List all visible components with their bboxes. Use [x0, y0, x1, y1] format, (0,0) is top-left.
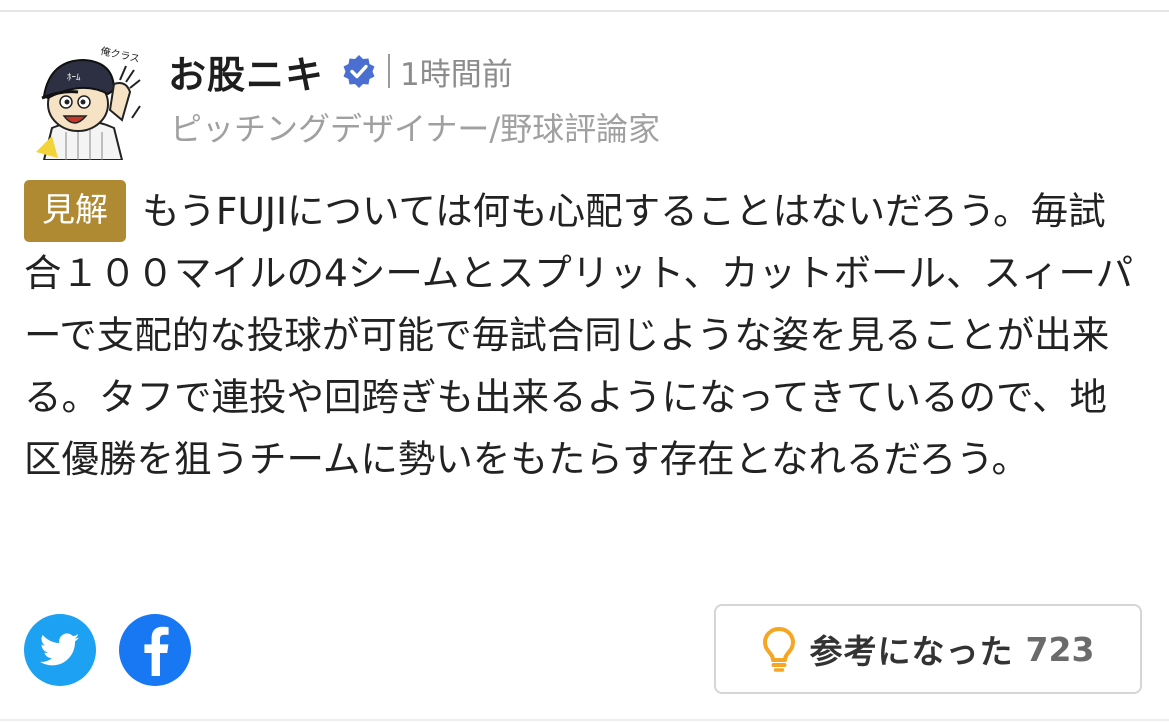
- facebook-share-button[interactable]: [119, 614, 191, 686]
- helpful-count: 723: [1025, 629, 1095, 669]
- facebook-icon: [144, 626, 169, 676]
- twitter-icon: [40, 633, 80, 666]
- author-profile: ピッチングデザイナー/野球評論家: [170, 110, 661, 148]
- svg-text:俺クラス: 俺クラス: [99, 44, 141, 65]
- verified-badge-icon: [343, 55, 375, 88]
- author-header: お股ニキ 1時間前: [168, 44, 513, 99]
- helpful-label: 参考になった: [809, 632, 1014, 671]
- opinion-badge: 見解: [24, 180, 126, 242]
- bottom-divider: [0, 719, 1169, 721]
- lightbulb-icon: [762, 627, 795, 672]
- header-separator: [388, 54, 391, 88]
- top-divider: [0, 10, 1169, 12]
- author-name[interactable]: お股ニキ: [168, 44, 324, 99]
- helpful-button[interactable]: 参考になった 723: [714, 604, 1142, 694]
- author-avatar[interactable]: ﾎｰﾑ 俺クラス: [22, 40, 146, 160]
- svg-text:ﾎｰﾑ: ﾎｰﾑ: [67, 72, 81, 83]
- twitter-share-button[interactable]: [24, 614, 96, 686]
- posted-time: 1時間前: [400, 56, 513, 93]
- comment-body: 見解 もうFUJIについては何も心配することはないだろう。毎試合１００マイルの4シ…: [24, 180, 1134, 490]
- comment-text: もうFUJIについては何も心配することはないだろう。毎試合１００マイルの4シーム…: [24, 189, 1134, 481]
